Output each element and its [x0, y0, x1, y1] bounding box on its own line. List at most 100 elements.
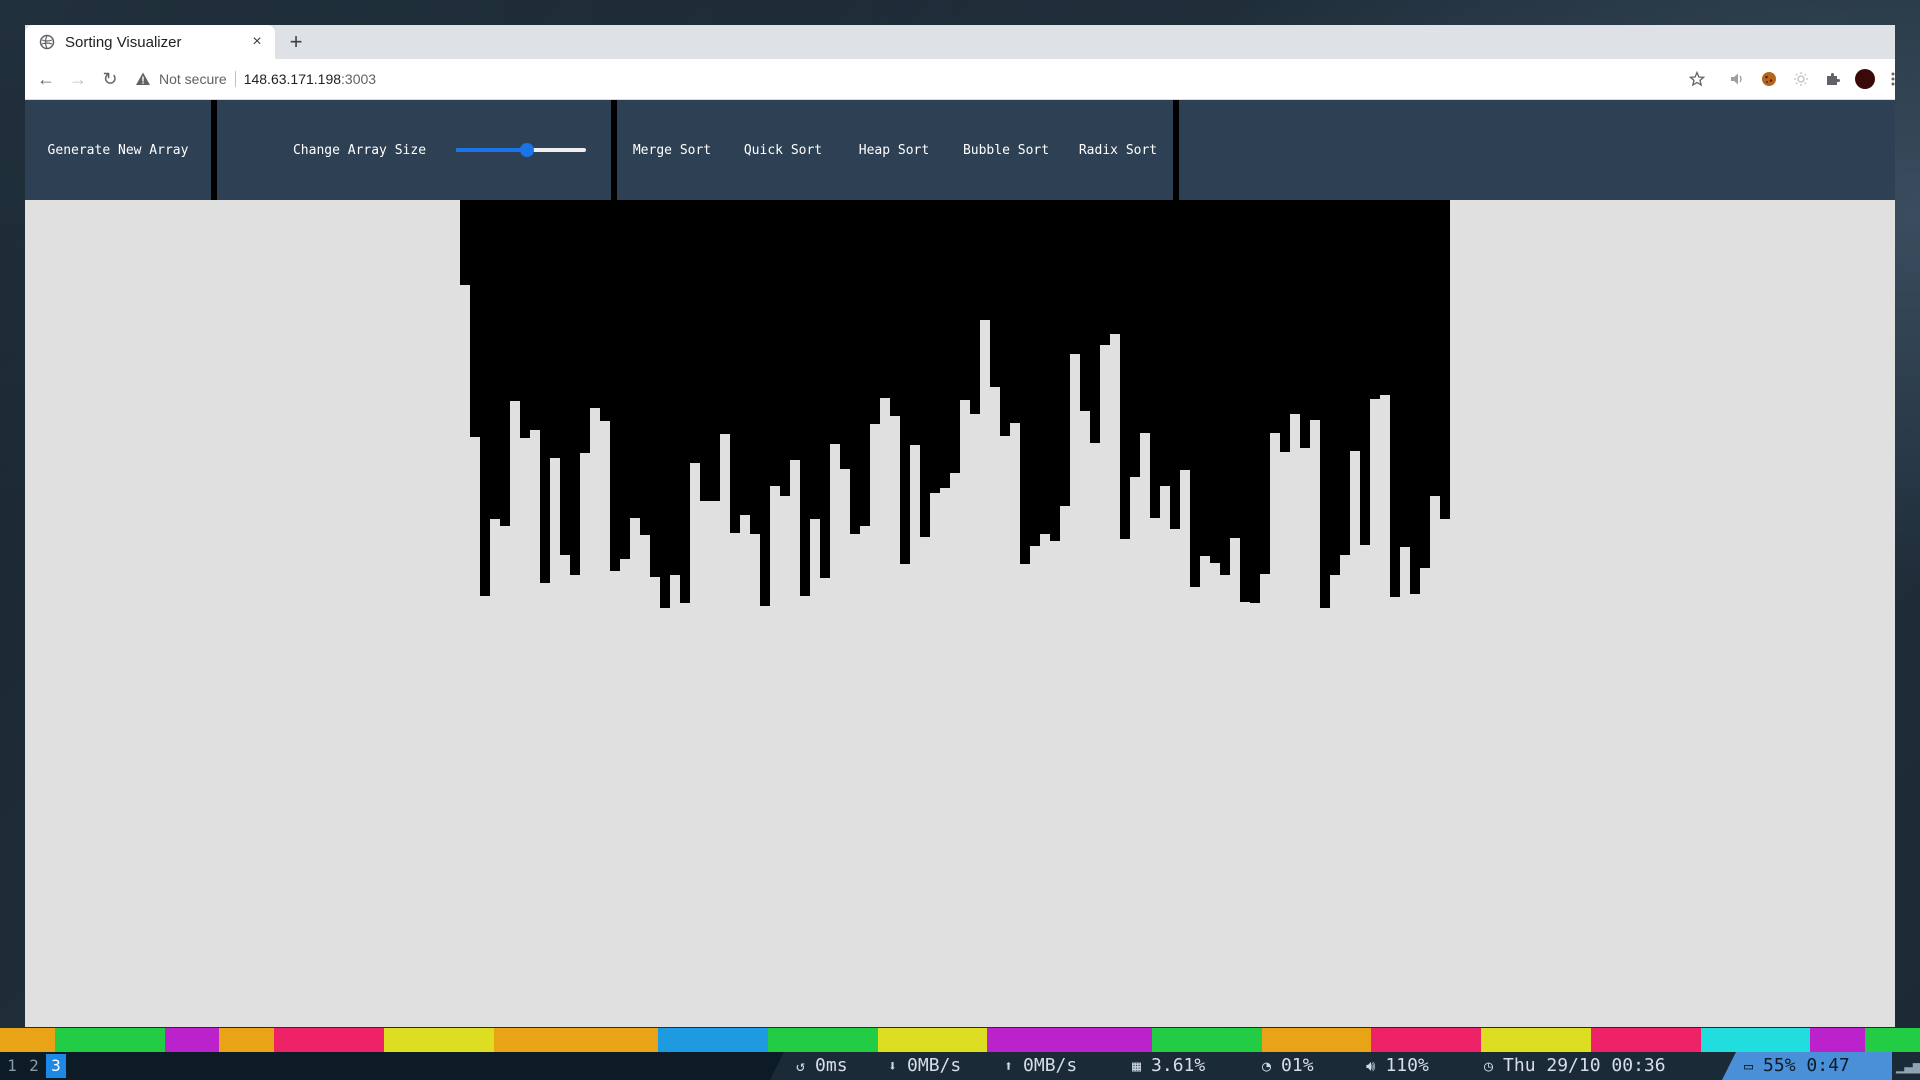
upload-stat: ⬆ 0MB/s — [1004, 1054, 1077, 1078]
array-size-slider[interactable] — [456, 140, 586, 160]
volume-icon: 🔊︎ — [1366, 1057, 1376, 1075]
ping-value: 0ms — [815, 1055, 848, 1076]
browser-toolbar: ← → ↻ Not secure 148.63.171.198:3003 — [25, 59, 1895, 100]
array-bar — [1410, 200, 1420, 594]
quick-sort-button[interactable]: Quick Sort — [727, 100, 839, 200]
array-bar — [570, 200, 580, 575]
array-bar — [740, 200, 750, 515]
cookie-extension-icon[interactable] — [1757, 67, 1781, 91]
array-bar — [1180, 200, 1190, 470]
heap-sort-button[interactable]: Heap Sort — [839, 100, 949, 200]
array-bar — [1100, 200, 1110, 345]
slider-fill — [456, 148, 527, 152]
tab-sorting-visualizer[interactable]: Sorting Visualizer × — [25, 25, 275, 59]
workspace-3[interactable]: 3 — [46, 1054, 66, 1078]
clock-icon: ◷ — [1484, 1057, 1494, 1075]
array-bar — [1220, 200, 1230, 575]
array-bar — [910, 200, 920, 445]
address-bar[interactable]: Not secure 148.63.171.198:3003 — [135, 63, 1705, 95]
workspace-1[interactable]: 1 — [2, 1054, 22, 1078]
array-bar — [780, 200, 790, 496]
battery-stat: ▭ 55% 0:47 — [1744, 1054, 1850, 1078]
array-bar — [990, 200, 1000, 387]
array-bar — [690, 200, 700, 463]
array-bar — [1110, 200, 1120, 334]
generate-array-button[interactable]: Generate New Array — [25, 100, 211, 200]
color-strip-segment — [54, 1028, 110, 1052]
array-bar — [1130, 200, 1140, 477]
array-bar — [480, 200, 490, 596]
array-bar — [1020, 200, 1030, 564]
brightness-icon[interactable] — [1789, 67, 1813, 91]
signal-bars-icon: ▁▃▅ — [1896, 1058, 1920, 1074]
array-bar — [930, 200, 940, 493]
array-bar — [1050, 200, 1060, 541]
close-tab-icon[interactable]: × — [247, 33, 267, 51]
array-bar — [600, 200, 610, 421]
bubble-sort-button[interactable]: Bubble Sort — [949, 100, 1063, 200]
color-strip-segment — [438, 1028, 494, 1052]
menu-kebab-icon[interactable] — [1881, 67, 1895, 91]
security-label[interactable]: Not secure — [159, 71, 227, 87]
color-strip-segment — [164, 1028, 220, 1052]
color-strip-segment — [1097, 1028, 1153, 1052]
forward-arrow-icon[interactable]: → — [66, 67, 90, 91]
upload-arrow-icon: ⬆ — [1004, 1057, 1014, 1075]
speaker-icon[interactable] — [1725, 67, 1749, 91]
color-strip-segment — [109, 1028, 165, 1052]
profile-avatar[interactable] — [1853, 67, 1877, 91]
color-strip-segment — [1755, 1028, 1811, 1052]
array-bar — [730, 200, 740, 533]
reload-icon[interactable]: ↻ — [98, 67, 122, 91]
array-bar — [950, 200, 960, 473]
array-bar — [790, 200, 800, 460]
cpu-value: 3.61% — [1151, 1055, 1206, 1076]
sorting-visualizer-app: Generate New Array Change Array Size Mer… — [25, 100, 1895, 1027]
puzzle-extensions-icon[interactable] — [1821, 67, 1845, 91]
color-strip-segment — [1645, 1028, 1701, 1052]
array-bar — [1190, 200, 1200, 587]
array-bar — [840, 200, 850, 469]
array-bar — [1150, 200, 1160, 518]
color-strip-segment — [1261, 1028, 1317, 1052]
gauge-icon: ◔ — [1262, 1057, 1272, 1075]
cpu-stat: ▦ 3.61% — [1132, 1054, 1205, 1078]
array-bar — [940, 200, 950, 488]
array-bar — [1350, 200, 1360, 451]
color-strip-segment — [1371, 1028, 1427, 1052]
array-bar — [1030, 200, 1040, 546]
color-strip-segment — [0, 1028, 55, 1052]
color-strip-segment — [1042, 1028, 1098, 1052]
color-strip-segment — [274, 1028, 330, 1052]
warning-icon — [136, 72, 150, 85]
battery-time: 0:47 — [1806, 1055, 1850, 1076]
array-bar — [1300, 200, 1310, 448]
merge-sort-button[interactable]: Merge Sort — [617, 100, 727, 200]
array-bar — [540, 200, 550, 583]
slider-thumb[interactable] — [520, 143, 534, 157]
array-bar — [850, 200, 860, 534]
array-bar — [680, 200, 690, 603]
back-arrow-icon[interactable]: ← — [34, 67, 58, 91]
array-bar — [670, 200, 680, 575]
bookmark-star-icon[interactable] — [1685, 67, 1709, 91]
radix-sort-button[interactable]: Radix Sort — [1063, 100, 1173, 200]
array-bar — [550, 200, 560, 458]
new-tab-button[interactable]: + — [283, 29, 309, 55]
array-bar — [800, 200, 810, 596]
volume-stat[interactable]: 🔊︎ 110% — [1366, 1054, 1429, 1078]
array-bar — [520, 200, 530, 438]
array-bar — [620, 200, 630, 559]
array-bar — [1010, 200, 1020, 423]
color-strip-segment — [603, 1028, 659, 1052]
array-bar — [1090, 200, 1100, 443]
ping-stat: ↺ 0ms — [796, 1054, 848, 1078]
array-bar — [1170, 200, 1180, 529]
array-bar — [1070, 200, 1080, 354]
array-bar — [1240, 200, 1250, 602]
tab-title: Sorting Visualizer — [65, 33, 182, 51]
clock-stat: ◷ Thu 29/10 00:36 — [1484, 1054, 1666, 1078]
array-bar — [610, 200, 620, 571]
workspace-2[interactable]: 2 — [24, 1054, 44, 1078]
array-bar — [1230, 200, 1240, 538]
